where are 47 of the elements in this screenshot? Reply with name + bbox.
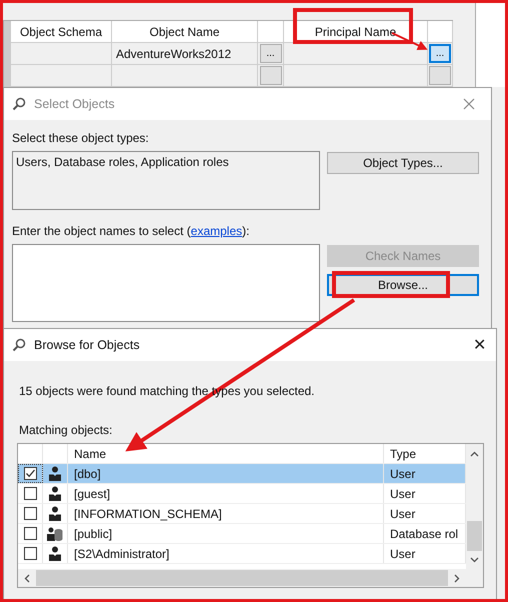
user-icon — [49, 466, 61, 481]
examples-link[interactable]: examples — [190, 224, 242, 238]
search-icon — [12, 338, 26, 352]
checkbox[interactable] — [24, 527, 36, 540]
ellipsis-button[interactable]: ... — [429, 44, 451, 63]
window-title: Browse for Objects — [34, 338, 141, 352]
horizontal-scrollbar[interactable] — [18, 569, 466, 587]
object-name: [INFORMATION_SCHEMA] — [68, 504, 384, 523]
vertical-scrollbar[interactable] — [466, 444, 483, 587]
close-button[interactable]: ✕ — [473, 335, 486, 355]
object-name: [dbo] — [68, 464, 384, 483]
window-title: Select Objects — [34, 97, 116, 111]
checkbox[interactable] — [24, 507, 36, 520]
list-row[interactable]: [guest] User — [18, 484, 466, 504]
scroll-thumb[interactable] — [467, 521, 482, 551]
list-row[interactable]: [public] Database rol — [18, 524, 466, 544]
group-icon — [47, 526, 63, 541]
scroll-down-icon[interactable] — [470, 557, 479, 563]
column-header: Object Schema — [11, 21, 112, 42]
list-row[interactable]: [INFORMATION_SCHEMA] User — [18, 504, 466, 524]
names-label: Enter the object names to select (examples): — [12, 224, 250, 238]
column-header: Name — [68, 444, 384, 463]
scroll-left-icon[interactable] — [24, 574, 30, 582]
scroll-up-icon[interactable] — [470, 451, 479, 457]
matching-label: Matching objects: — [19, 423, 114, 437]
object-name: [S2\Administrator] — [68, 544, 384, 563]
search-icon — [12, 97, 26, 111]
ellipsis-button[interactable]: ... — [260, 44, 282, 63]
checkbox[interactable] — [24, 547, 36, 560]
object-types-field: Users, Database roles, Application roles — [12, 151, 320, 210]
types-label: Select these object types: — [12, 131, 150, 145]
table-cell: AdventureWorks2012 — [116, 46, 232, 60]
object-types-button[interactable]: Object Types... — [327, 152, 479, 174]
list-row[interactable]: [dbo] User — [18, 464, 466, 484]
close-icon[interactable] — [463, 98, 475, 110]
user-icon — [49, 506, 61, 521]
checkbox[interactable] — [24, 467, 36, 480]
user-icon — [49, 486, 61, 501]
object-names-field[interactable] — [12, 244, 320, 322]
list-row[interactable]: [S2\Administrator] User — [18, 544, 466, 564]
column-header: Object Name — [112, 21, 258, 42]
object-name: [guest] — [68, 484, 384, 503]
scroll-right-icon[interactable] — [454, 574, 460, 582]
column-header: Principal Name — [284, 21, 428, 42]
checkbox[interactable] — [24, 487, 36, 500]
object-name: [public] — [68, 524, 384, 543]
user-icon — [49, 546, 61, 561]
